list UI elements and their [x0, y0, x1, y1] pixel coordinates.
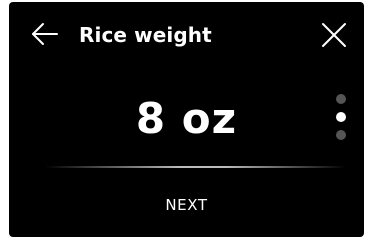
- pager-dot[interactable]: [336, 130, 346, 140]
- weight-value[interactable]: 8 oz: [9, 93, 364, 145]
- pager-dot[interactable]: [336, 112, 346, 122]
- pager-indicator[interactable]: [336, 94, 346, 142]
- back-button[interactable]: [31, 22, 59, 46]
- header: Rice weight: [9, 2, 364, 68]
- device-screen: Rice weight 8 oz NEXT: [9, 2, 364, 237]
- pager-dot[interactable]: [336, 94, 346, 104]
- next-button[interactable]: NEXT: [9, 190, 364, 220]
- page-title: Rice weight: [79, 23, 212, 47]
- close-icon: [322, 23, 346, 47]
- divider: [45, 166, 346, 168]
- arrow-left-icon: [32, 23, 58, 45]
- close-button[interactable]: [321, 22, 347, 48]
